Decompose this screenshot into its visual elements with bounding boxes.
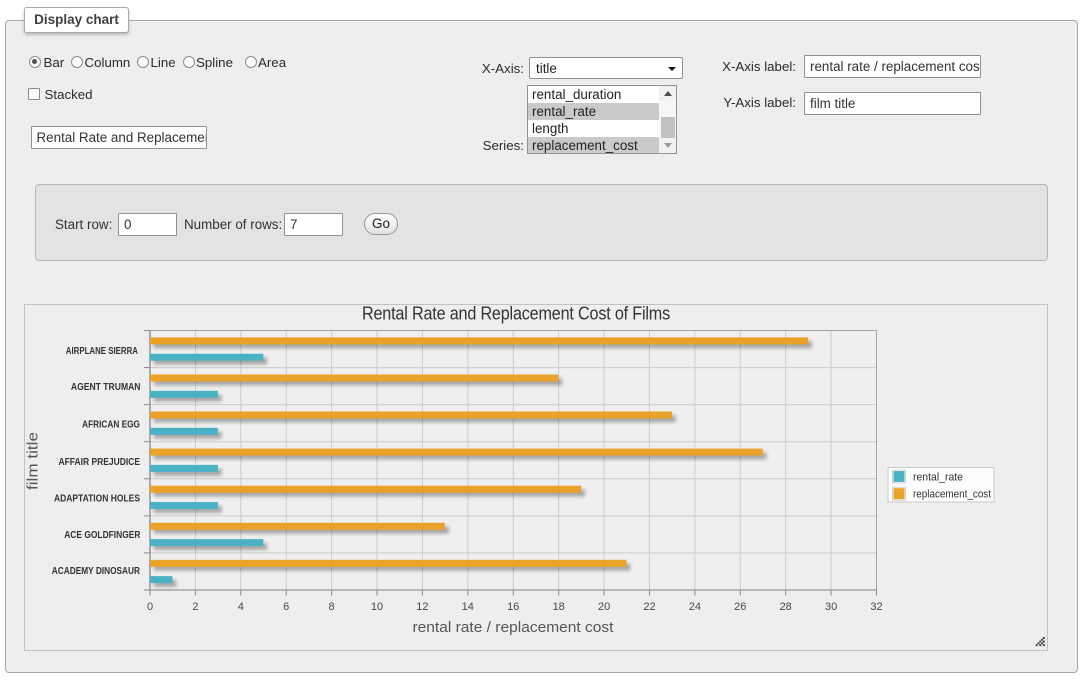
svg-text:32: 32: [870, 601, 882, 613]
svg-text:8: 8: [329, 601, 335, 613]
svg-text:12: 12: [416, 601, 428, 613]
svg-text:AFRICAN EGG: AFRICAN EGG: [82, 420, 140, 431]
svg-text:26: 26: [734, 601, 746, 613]
svg-text:6: 6: [283, 601, 289, 613]
svg-text:28: 28: [780, 601, 792, 613]
svg-text:16: 16: [507, 601, 519, 613]
svg-text:AFFAIR PREJUDICE: AFFAIR PREJUDICE: [59, 457, 141, 468]
svg-text:replacement_cost: replacement_cost: [913, 489, 991, 501]
svg-text:4: 4: [238, 601, 244, 613]
svg-text:film title: film title: [26, 432, 42, 490]
svg-text:AIRPLANE SIERRA: AIRPLANE SIERRA: [66, 346, 138, 357]
svg-text:24: 24: [689, 601, 701, 613]
svg-text:ADAPTATION HOLES: ADAPTATION HOLES: [54, 493, 140, 504]
svg-text:20: 20: [598, 601, 610, 613]
svg-text:18: 18: [553, 601, 565, 613]
svg-text:rental_rate: rental_rate: [913, 472, 963, 484]
svg-text:0: 0: [147, 601, 153, 613]
svg-text:14: 14: [462, 601, 474, 613]
svg-text:30: 30: [825, 601, 837, 613]
svg-text:10: 10: [371, 601, 383, 613]
svg-text:ACE GOLDFINGER: ACE GOLDFINGER: [64, 530, 141, 541]
svg-text:Rental Rate and Replacement Co: Rental Rate and Replacement Cost of Film…: [362, 305, 670, 324]
svg-text:2: 2: [192, 601, 198, 613]
svg-text:rental rate / replacement cost: rental rate / replacement cost: [413, 620, 614, 636]
svg-text:ACADEMY DINOSAUR: ACADEMY DINOSAUR: [52, 566, 141, 577]
svg-text:AGENT TRUMAN: AGENT TRUMAN: [71, 382, 141, 393]
svg-text:22: 22: [643, 601, 655, 613]
